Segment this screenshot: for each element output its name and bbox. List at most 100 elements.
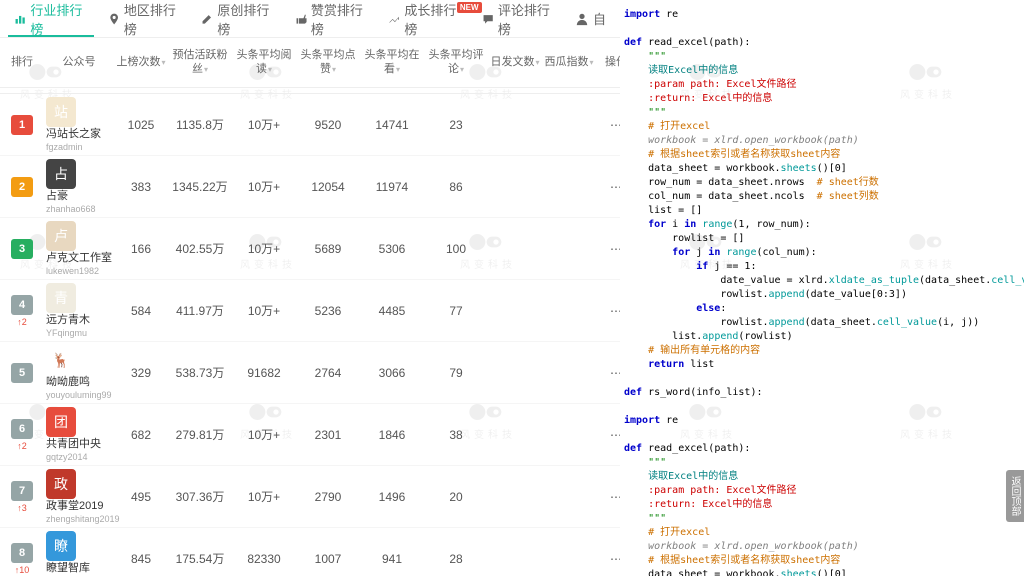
tab-label: 评论排行榜 [498,0,555,38]
action-cell[interactable]: ⋯ [596,366,620,380]
data-cell: 1846 [360,428,424,442]
col-header[interactable]: 排行 [0,56,44,69]
rank-delta: ↑10 [15,565,30,575]
action-cell[interactable]: ⋯ [596,180,620,194]
data-cell: 5236 [296,304,360,318]
tab-label: 行业排行榜 [30,0,87,38]
tab-label: 原创排行榜 [217,0,274,38]
tab-label: 赞赏排行榜 [311,0,368,38]
account-cell[interactable]: 卢卢克文工作室lukewen1982 [44,221,114,275]
table-row[interactable]: 8↑10瞭瞭望智库zhczyj845175.54万82330100794128⋯ [0,528,620,576]
data-cell: 2764 [296,366,360,380]
data-cell: 941 [360,552,424,566]
col-header[interactable]: 上榜次数 [114,56,168,69]
tab-3[interactable]: 赞赏排行榜 [289,0,375,37]
account-cell[interactable]: 占占豪zhanhao668 [44,159,114,213]
data-cell: 175.54万 [168,550,232,567]
rank-cell: 8↑10 [0,543,44,575]
table-row[interactable]: 5🦌呦呦鹿鸣youyouluming99329538.73万9168227643… [0,342,620,404]
account-cell[interactable]: 团共青团中央gqtzy2014 [44,407,114,461]
avatar: 青 [46,283,76,313]
col-header[interactable]: 日发文数 [488,56,542,69]
data-cell: 79 [424,366,488,380]
tab-0[interactable]: 行业排行榜 [8,0,94,37]
account-cell[interactable]: 青远方青木YFqingmu [44,283,114,337]
col-header[interactable]: 西瓜指数 [542,56,596,69]
data-cell: 38 [424,428,488,442]
data-cell: 82330 [232,552,296,566]
tab-6[interactable]: 自 [569,0,612,37]
col-header[interactable]: 头条平均评论 [424,49,488,75]
data-cell: 5689 [296,242,360,256]
account-cell[interactable]: 瞭瞭望智库zhczyj [44,531,114,576]
account-cell[interactable]: 🦌呦呦鹿鸣youyouluming99 [44,345,114,399]
data-cell: 12054 [296,180,360,194]
table-row[interactable]: 6↑2团共青团中央gqtzy2014682279.81万10万+23011846… [0,404,620,466]
avatar: 政 [46,469,76,499]
data-cell: 14741 [360,118,424,132]
data-cell: 402.55万 [168,240,232,257]
action-cell[interactable]: ⋯ [596,118,620,132]
data-cell: 307.36万 [168,488,232,505]
data-cell: 1345.22万 [168,178,232,195]
table-header: 排行公众号上榜次数预估活跃粉丝头条平均阅读头条平均点赞头条平均在看头条平均评论日… [0,38,620,88]
data-cell: 166 [114,242,168,256]
tab-4[interactable]: 成长排行榜NEW [382,0,468,37]
data-cell: 1025 [114,118,168,132]
avatar: 团 [46,407,76,437]
col-header[interactable]: 头条平均在看 [360,49,424,75]
action-cell[interactable]: ⋯ [596,242,620,256]
rank-cell: 2 [0,177,44,197]
tab-5[interactable]: 评论排行榜 [476,0,562,37]
data-cell: 10万+ [232,302,296,319]
rank-cell: 3 [0,239,44,259]
rank-cell: 7↑3 [0,481,44,513]
rank-delta: ↑2 [17,317,27,327]
col-header[interactable]: 操作 [596,56,620,69]
table-row[interactable]: 4↑2青远方青木YFqingmu584411.97万10万+5236448577… [0,280,620,342]
col-header[interactable]: 头条平均点赞 [296,49,360,75]
rank-delta: ↑2 [17,441,27,451]
col-header[interactable]: 公众号 [44,56,114,69]
data-cell: 11974 [360,180,424,194]
data-cell: 5306 [360,242,424,256]
data-cell: 2301 [296,428,360,442]
tab-label: 成长排行榜 [404,0,461,38]
avatar: 卢 [46,221,76,251]
action-cell[interactable]: ⋯ [596,304,620,318]
data-cell: 10万+ [232,240,296,257]
data-cell: 77 [424,304,488,318]
data-cell: 538.73万 [168,364,232,381]
col-header[interactable]: 预估活跃粉丝 [168,49,232,75]
data-cell: 86 [424,180,488,194]
col-header[interactable]: 头条平均阅读 [232,49,296,75]
action-cell[interactable]: ⋯ [596,552,620,566]
data-cell: 1135.8万 [168,116,232,133]
rank-delta: ↑3 [17,503,27,513]
tab-2[interactable]: 原创排行榜 [195,0,281,37]
tab-1[interactable]: 地区排行榜 [102,0,188,37]
tab-label: 自 [593,9,606,28]
rank-cell: 6↑2 [0,419,44,451]
data-cell: 3066 [360,366,424,380]
data-cell: 91682 [232,366,296,380]
action-cell[interactable]: ⋯ [596,428,620,442]
data-cell: 845 [114,552,168,566]
avatar: 瞭 [46,531,76,561]
ranking-tabs: 行业排行榜地区排行榜原创排行榜赞赏排行榜成长排行榜NEW 评论排行榜 自 [0,0,620,38]
avatar: 🦌 [46,345,76,375]
data-cell: 584 [114,304,168,318]
rank-cell: 5 [0,363,44,383]
table-row[interactable]: 7↑3政政事堂2019zhengshitang2019495307.36万10万… [0,466,620,528]
table-row[interactable]: 2占占豪zhanhao6683831345.22万10万+12054119748… [0,156,620,218]
data-cell: 383 [114,180,168,194]
table-row[interactable]: 1站冯站长之家fgzadmin10251135.8万10万+9520147412… [0,94,620,156]
table-row[interactable]: 3卢卢克文工作室lukewen1982166402.55万10万+5689530… [0,218,620,280]
data-cell: 279.81万 [168,426,232,443]
data-cell: 10万+ [232,488,296,505]
account-cell[interactable]: 站冯站长之家fgzadmin [44,97,114,151]
account-cell[interactable]: 政政事堂2019zhengshitang2019 [44,469,114,523]
data-cell: 411.97万 [168,302,232,319]
data-cell: 20 [424,490,488,504]
action-cell[interactable]: ⋯ [596,490,620,504]
